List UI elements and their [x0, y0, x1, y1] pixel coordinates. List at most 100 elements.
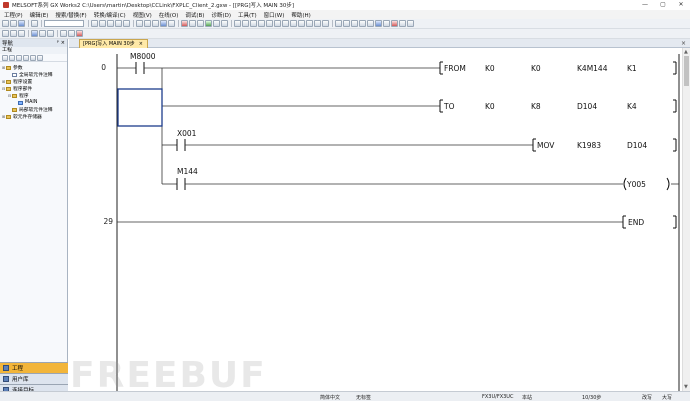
menu-online[interactable]: 在线(O) [159, 11, 179, 19]
ladder-diagram[interactable]: 0 29 M8000 FROM K0 K0 K4M144 K1 TO K0 K8… [69, 48, 682, 391]
cross-ref-icon[interactable] [152, 20, 159, 27]
find-icon[interactable] [136, 20, 143, 27]
menu-tools[interactable]: 工具(T) [238, 11, 257, 19]
tree-item-global-comment[interactable]: 全局软元件注释 [0, 71, 67, 78]
ladder-closed-contact-icon[interactable] [242, 20, 249, 27]
menu-find-replace[interactable]: 搜索/替换(F) [55, 11, 86, 19]
vertical-scrollbar[interactable]: ▲ ▼ [682, 48, 690, 391]
read-mode-icon[interactable] [68, 30, 75, 37]
project-combo[interactable] [44, 20, 84, 27]
minimize-button[interactable]: — [636, 0, 654, 10]
menu-help[interactable]: 帮助(H) [291, 11, 310, 19]
tree-item-program[interactable]: ⊟ 程序 [0, 92, 67, 99]
ladder-falling-icon[interactable] [306, 20, 313, 27]
scroll-up-icon[interactable]: ▲ [684, 49, 688, 55]
program-icon[interactable] [31, 30, 38, 37]
menu-debug[interactable]: 调试(B) [185, 11, 204, 19]
open-icon[interactable] [10, 20, 17, 27]
save-icon[interactable] [18, 20, 25, 27]
menu-project[interactable]: 工程(P) [4, 11, 23, 19]
maximize-button[interactable]: ▢ [654, 0, 672, 10]
ladder-editor[interactable]: 0 29 M8000 FROM K0 K0 K4M144 K1 TO K0 K8… [69, 48, 682, 391]
collapse-all-icon[interactable] [16, 54, 22, 61]
coil-y005[interactable]: Y005 [623, 177, 670, 191]
undo-icon[interactable] [115, 20, 122, 27]
menu-view[interactable]: 视图(V) [133, 11, 152, 19]
zoom-icon[interactable] [359, 20, 366, 27]
tree-item-device-memory[interactable]: ⊞ 软元件存储器 [0, 113, 67, 120]
monitor-stop-icon[interactable] [213, 20, 220, 27]
editor-close-icon[interactable]: × [681, 39, 686, 48]
note-icon[interactable] [351, 20, 358, 27]
scroll-thumb[interactable] [684, 56, 689, 86]
close-button[interactable]: ✕ [672, 0, 690, 10]
properties-icon[interactable] [30, 54, 36, 61]
settings-icon[interactable] [407, 20, 414, 27]
expand-all-icon[interactable] [9, 54, 15, 61]
edit-cursor[interactable] [117, 88, 163, 127]
ladder-delete-vline-icon[interactable] [290, 20, 297, 27]
device-batch-icon[interactable] [375, 20, 382, 27]
device-comment-icon[interactable] [335, 20, 342, 27]
tab-close-icon[interactable]: × [139, 40, 143, 48]
function-block-icon[interactable] [39, 30, 46, 37]
copy-icon[interactable] [99, 20, 106, 27]
zoom-out-icon[interactable] [367, 20, 374, 27]
tab-main-program[interactable]: [PRG]写入 MAIN 30步 × [79, 39, 148, 48]
ladder-hline-icon[interactable] [266, 20, 273, 27]
structure-icon[interactable] [47, 30, 54, 37]
scroll-down-icon[interactable]: ▼ [684, 384, 688, 390]
instruction-mov[interactable]: MOV K1983 D104 [532, 138, 677, 152]
delete-icon[interactable] [37, 54, 43, 61]
nav-tab-project[interactable]: 工程 [0, 362, 68, 373]
ladder-comment-icon[interactable] [322, 20, 329, 27]
menu-compile[interactable]: 转换/编译(C) [94, 11, 126, 19]
options-icon[interactable] [399, 20, 406, 27]
pin-icon[interactable]: ᵖ [57, 40, 59, 46]
instruction-end[interactable]: END [622, 215, 677, 229]
contact-m144[interactable]: M144 [176, 167, 198, 190]
print-icon[interactable] [31, 20, 38, 27]
refresh-icon[interactable] [23, 54, 29, 61]
element-list-icon[interactable] [18, 30, 25, 37]
paste-icon[interactable] [107, 20, 114, 27]
simulation-icon[interactable] [221, 20, 228, 27]
contact-m8000[interactable]: M8000 [130, 52, 156, 74]
label-list-icon[interactable] [10, 30, 17, 37]
write-plc-icon[interactable] [181, 20, 188, 27]
monitor-icon[interactable] [205, 20, 212, 27]
statement-icon[interactable] [343, 20, 350, 27]
ladder-rising-icon[interactable] [298, 20, 305, 27]
ladder-delete-hline-icon[interactable] [282, 20, 289, 27]
ladder-invert-icon[interactable] [314, 20, 321, 27]
ladder-vline-icon[interactable] [274, 20, 281, 27]
instruction-to[interactable]: TO K0 K8 D104 K4 [439, 99, 677, 113]
instruction-from[interactable]: FROM K0 K0 K4M144 K1 [439, 61, 677, 75]
nav-toggle-icon[interactable] [2, 30, 9, 37]
filter-icon[interactable] [2, 54, 8, 61]
rebuild-icon[interactable] [168, 20, 175, 27]
menu-diagnostics[interactable]: 诊断(D) [211, 11, 231, 19]
compile-icon[interactable] [160, 20, 167, 27]
redo-icon[interactable] [123, 20, 130, 27]
nav-close-icon[interactable]: × [61, 40, 65, 46]
menu-window[interactable]: 窗口(W) [264, 11, 285, 19]
ladder-function-icon[interactable] [258, 20, 265, 27]
ladder-open-contact-icon[interactable] [234, 20, 241, 27]
replace-icon[interactable] [144, 20, 151, 27]
ladder-coil-icon[interactable] [250, 20, 257, 27]
tree-item-program-settings[interactable]: ⊞ 程序设置 [0, 78, 67, 85]
tree-item-parameters[interactable]: ⊞ 参数 [0, 64, 67, 71]
cut-icon[interactable] [91, 20, 98, 27]
search-device-icon[interactable] [60, 30, 67, 37]
stop-icon[interactable] [391, 20, 398, 27]
verify-plc-icon[interactable] [197, 20, 204, 27]
new-icon[interactable] [2, 20, 9, 27]
menu-edit[interactable]: 编辑(E) [30, 11, 49, 19]
watch-icon[interactable] [383, 20, 390, 27]
tree-item-local-comment[interactable]: 局部软元件注释 [0, 106, 67, 113]
read-plc-icon[interactable] [189, 20, 196, 27]
tree-item-main[interactable]: MAIN [0, 99, 67, 106]
tree-item-pou[interactable]: ⊟ 程序部件 [0, 85, 67, 92]
nav-tab-user-library[interactable]: 用户库 [0, 373, 68, 384]
